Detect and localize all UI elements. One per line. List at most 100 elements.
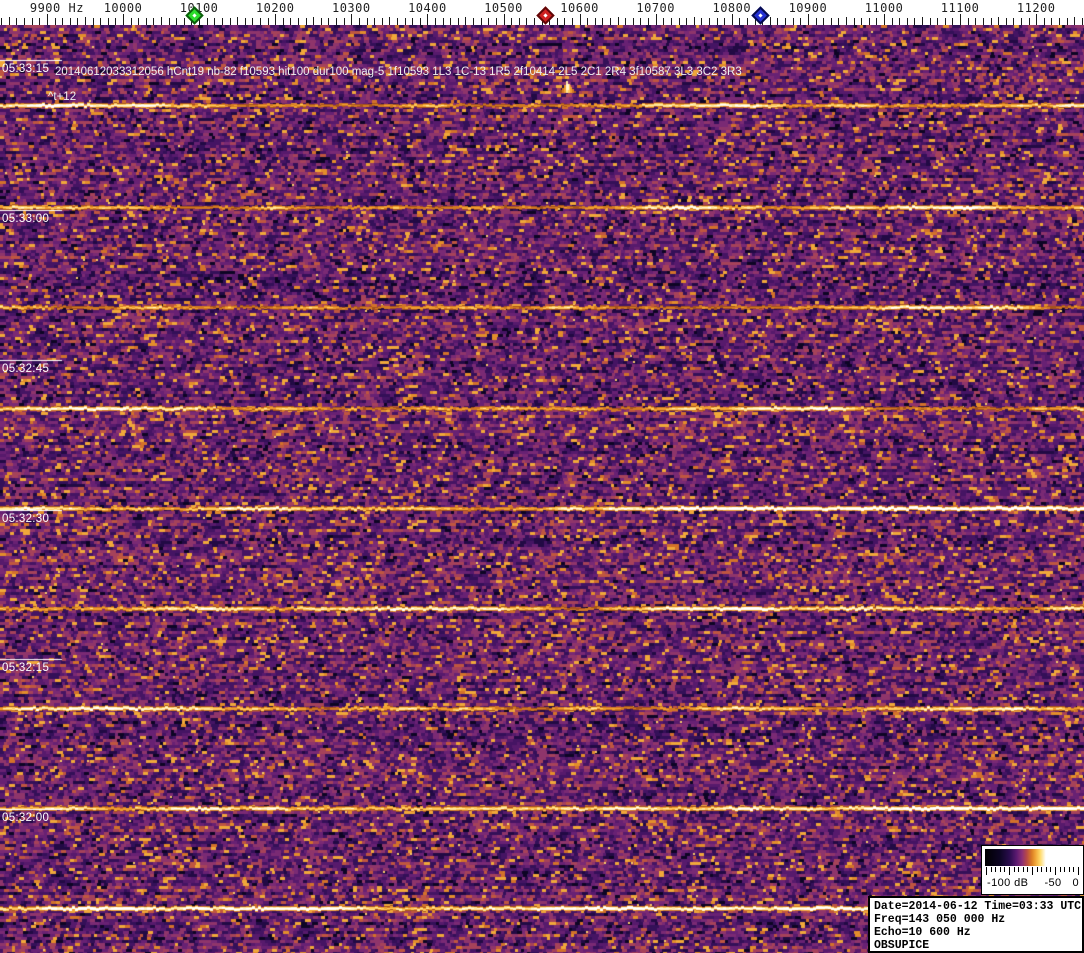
ruler-frequency-label: 10300 xyxy=(331,1,371,15)
ruler-minor-tick xyxy=(77,18,78,25)
ruler-minor-tick xyxy=(24,18,25,25)
ruler-major-tick xyxy=(656,14,657,25)
colorbar-label-max: 0 xyxy=(1072,877,1079,889)
ruler-minor-tick xyxy=(260,18,261,25)
ruler-major-tick xyxy=(580,14,581,25)
ruler-minor-tick xyxy=(876,18,877,25)
ruler-minor-tick xyxy=(321,18,322,25)
ruler-major-tick xyxy=(960,14,961,25)
ruler-major-tick xyxy=(427,14,428,25)
ruler-minor-tick xyxy=(268,18,269,25)
ruler-major-tick xyxy=(47,14,48,25)
ruler-minor-tick xyxy=(131,18,132,25)
time-label: 05:32:30 xyxy=(2,513,50,525)
ruler-minor-tick xyxy=(39,18,40,25)
ruler-minor-tick xyxy=(184,18,185,25)
ruler-minor-tick xyxy=(252,18,253,25)
ruler-minor-tick xyxy=(838,18,839,25)
ruler-frequency-label: 11000 xyxy=(864,1,904,15)
ruler-minor-tick xyxy=(161,17,162,25)
colorbar: -100 dB -50 0 xyxy=(981,845,1084,895)
ruler-minor-tick xyxy=(283,18,284,25)
ruler-minor-tick xyxy=(55,18,56,25)
colorbar-gradient xyxy=(985,849,1080,866)
ruler-frequency-label: 10800 xyxy=(712,1,752,15)
ruler-minor-tick xyxy=(473,18,474,25)
ruler-minor-tick xyxy=(785,18,786,25)
ruler-minor-tick xyxy=(816,18,817,25)
ruler-major-tick xyxy=(808,14,809,25)
ruler-minor-tick xyxy=(998,17,999,25)
frequency-ruler[interactable]: 9900 Hz 10000 10100 10200 10300 10400 10500 106… xyxy=(0,0,1084,25)
colorbar-label-min: -100 dB xyxy=(987,877,1029,889)
ruler-minor-tick xyxy=(382,18,383,25)
ruler-minor-tick xyxy=(694,17,695,25)
ruler-minor-tick xyxy=(625,18,626,25)
time-label: 05:32:15 xyxy=(2,662,50,674)
ruler-minor-tick xyxy=(146,18,147,25)
ruler-minor-tick xyxy=(922,17,923,25)
ruler-minor-tick xyxy=(465,17,466,25)
ruler-minor-tick xyxy=(854,18,855,25)
ruler-minor-tick xyxy=(991,18,992,25)
ruler-minor-tick xyxy=(633,18,634,25)
ruler-minor-tick xyxy=(313,17,314,25)
ruler-minor-tick xyxy=(481,18,482,25)
ruler-minor-tick xyxy=(587,18,588,25)
ruler-minor-tick xyxy=(306,18,307,25)
ruler-minor-tick xyxy=(610,18,611,25)
ruler-minor-tick xyxy=(1044,18,1045,25)
ruler-minor-tick xyxy=(907,18,908,25)
ruler-minor-tick xyxy=(595,18,596,25)
ruler-minor-tick xyxy=(519,18,520,25)
ruler-frequency-label: 11200 xyxy=(1016,1,1056,15)
ruler-minor-tick xyxy=(1013,18,1014,25)
ruler-minor-tick xyxy=(16,18,17,25)
marker-red-diamond[interactable] xyxy=(536,6,555,25)
ruler-minor-tick xyxy=(328,18,329,25)
ruler-minor-tick xyxy=(1051,18,1052,25)
ruler-minor-tick xyxy=(336,18,337,25)
ruler-minor-tick xyxy=(701,18,702,25)
ruler-minor-tick xyxy=(176,18,177,25)
ruler-minor-tick xyxy=(793,18,794,25)
ruler-minor-tick xyxy=(458,18,459,25)
ruler-minor-tick xyxy=(679,18,680,25)
ruler-minor-tick xyxy=(443,18,444,25)
ruler-minor-tick xyxy=(914,18,915,25)
ruler-frequency-label: 11100 xyxy=(940,1,980,15)
ruler-minor-tick xyxy=(1082,18,1083,25)
spectrogram-canvas xyxy=(0,25,1084,953)
ruler-minor-tick xyxy=(389,17,390,25)
ruler-minor-tick xyxy=(1059,18,1060,25)
ruler-minor-tick xyxy=(245,18,246,25)
ruler-minor-tick xyxy=(686,18,687,25)
colorbar-label-mid: -50 xyxy=(1044,877,1062,889)
detection-annotation: 20140612033312056 hCnt19 nb-82 f10593 hi… xyxy=(55,66,742,78)
ruler-major-tick xyxy=(504,14,505,25)
ruler-minor-tick xyxy=(298,18,299,25)
colorbar-tick-scale xyxy=(982,867,1083,875)
ruler-minor-tick xyxy=(115,18,116,25)
info-frequency: Freq=143 050 000 Hz xyxy=(874,913,1006,926)
ruler-frequency-label: 10700 xyxy=(636,1,675,15)
ruler-minor-tick xyxy=(557,18,558,25)
ruler-minor-tick xyxy=(930,18,931,25)
ruler-minor-tick xyxy=(899,18,900,25)
ruler-minor-tick xyxy=(975,18,976,25)
ruler-minor-tick xyxy=(937,18,938,25)
marker-center-dot xyxy=(543,13,548,18)
ruler-minor-tick xyxy=(1074,17,1075,25)
info-date-time: Date=2014-06-12 Time=03:33 UTC xyxy=(874,900,1082,913)
ruler-major-tick xyxy=(1036,14,1037,25)
marker-center-dot xyxy=(192,13,197,18)
ruler-minor-tick xyxy=(405,18,406,25)
ruler-frequency-label: 9900 Hz xyxy=(29,1,84,15)
ruler-frequency-label: 10900 xyxy=(788,1,828,15)
meteor-spectrogram-screen: 9900 Hz 10000 10100 10200 10300 10400 10500 106… xyxy=(0,0,1084,953)
ruler-frequency-label: 10400 xyxy=(408,1,447,15)
ruler-minor-tick xyxy=(290,18,291,25)
ruler-minor-tick xyxy=(831,18,832,25)
ruler-frequency-label: 10200 xyxy=(255,1,295,15)
ruler-minor-tick xyxy=(496,18,497,25)
